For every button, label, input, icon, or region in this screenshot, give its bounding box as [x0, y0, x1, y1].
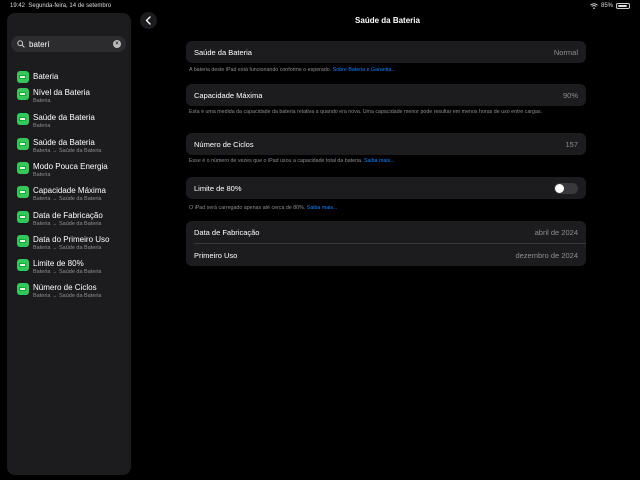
battery-setting-icon [17, 283, 29, 295]
cycles-learn-more-link[interactable]: Saiba mais... [364, 158, 395, 164]
battery-setting-icon [17, 71, 29, 83]
limit-note: O iPad será carregado apenas até cerca d… [189, 205, 579, 212]
battery-warranty-link[interactable]: Sobre Bateria e Garantia... [333, 67, 396, 73]
search-result-saude-2[interactable]: Saúde da Bateria Bateria → Saúde da Bate… [15, 138, 127, 160]
result-subtitle: Bateria → Saúde da Bateria [33, 245, 102, 251]
capacity-card: Capacidade Máxima 90% [186, 84, 586, 106]
result-subtitle: Bateria [33, 123, 51, 129]
dates-card: Data de Fabricação abril de 2024 Primeir… [186, 221, 586, 266]
search-input[interactable] [29, 37, 109, 51]
search-result-saude[interactable]: Saúde da Bateria Bateria [15, 113, 127, 135]
clear-search-icon[interactable]: × [113, 40, 121, 48]
row-label: Limite de 80% [194, 184, 242, 193]
limit-card: Limite de 80% [186, 177, 586, 199]
sidebar: × Bateria Nível da Bateria Bateria Saúde… [7, 13, 131, 475]
result-title: Modo Pouca Energia [33, 162, 108, 171]
battery-setting-icon [17, 259, 29, 271]
battery-setting-icon [17, 138, 29, 150]
search-result-modo-pouca-energia[interactable]: Modo Pouca Energia Bateria [15, 162, 127, 184]
page-title: Saúde da Bateria [355, 16, 420, 25]
search-result-limite[interactable]: Limite de 80% Bateria → Saúde da Bateria [15, 259, 127, 281]
toggle-knob [555, 184, 564, 193]
note-text: A bateria deste iPad está funcionando co… [189, 67, 332, 73]
row-value: 157 [565, 140, 578, 149]
result-title: Data de Fabricação [33, 211, 103, 220]
search-result-primeiro-uso[interactable]: Data do Primeiro Uso Bateria → Saúde da … [15, 235, 127, 257]
row-label: Capacidade Máxima [194, 91, 263, 100]
cycles-card: Número de Ciclos 157 [186, 133, 586, 155]
result-title: Data do Primeiro Uso [33, 235, 110, 244]
search-result-capacidade[interactable]: Capacidade Máxima Bateria → Saúde da Bat… [15, 186, 127, 208]
result-subtitle: Bateria → Saúde da Bateria [33, 196, 102, 202]
capacity-row: Capacidade Máxima 90% [186, 84, 586, 106]
manufacture-date-row: Data de Fabricação abril de 2024 [186, 221, 586, 243]
result-title: Limite de 80% [33, 259, 84, 268]
first-use-row: Primeiro Uso dezembro de 2024 [186, 244, 586, 266]
result-title: Nível da Bateria [33, 88, 90, 97]
result-subtitle: Bateria [33, 98, 51, 104]
battery-icon [616, 3, 630, 9]
status-time: 19:42 [10, 3, 26, 9]
status-right: 85% [590, 3, 630, 9]
result-title: Capacidade Máxima [33, 186, 106, 195]
limit-learn-more-link[interactable]: Saiba mais... [307, 205, 338, 211]
battery-setting-icon [17, 186, 29, 198]
capacity-note: Esta é uma medida da capacidade da bater… [189, 109, 579, 116]
battery-health-row[interactable]: Saúde da Bateria Normal [186, 41, 586, 63]
result-subtitle: Bateria → Saúde da Bateria [33, 293, 102, 299]
row-value: Normal [553, 48, 578, 57]
cycles-note: Esse é o número de vezes que o iPad usou… [189, 158, 579, 165]
search-icon [17, 40, 25, 48]
battery-percent: 85% [600, 3, 613, 9]
wifi-icon [590, 3, 598, 9]
status-bar: 19:42 Segunda-feira, 14 de setembro 85% [0, 0, 640, 14]
battery-setting-icon [17, 113, 29, 125]
limit-80-toggle[interactable] [554, 183, 578, 194]
row-value: dezembro de 2024 [515, 251, 578, 260]
search-result-bateria[interactable]: Bateria [15, 66, 127, 88]
row-value: abril de 2024 [534, 228, 578, 237]
cycles-row: Número de Ciclos 157 [186, 133, 586, 155]
note-text: Esta é uma medida da capacidade da bater… [189, 109, 543, 115]
result-subtitle: Bateria → Saúde da Bateria [33, 269, 102, 275]
battery-setting-icon [17, 235, 29, 247]
battery-health-note: A bateria deste iPad está funcionando co… [189, 67, 579, 74]
result-subtitle: Bateria → Saúde da Bateria [33, 148, 102, 154]
note-text: O iPad será carregado apenas até cerca d… [189, 205, 306, 211]
battery-health-card: Saúde da Bateria Normal [186, 41, 586, 63]
row-label: Número de Ciclos [194, 140, 254, 149]
search-field[interactable]: × [11, 36, 126, 52]
row-label: Primeiro Uso [194, 251, 238, 260]
row-label: Data de Fabricação [194, 228, 260, 237]
row-value: 90% [562, 91, 578, 100]
row-label: Saúde da Bateria [194, 48, 252, 57]
result-subtitle: Bateria [33, 172, 51, 178]
search-result-ciclos[interactable]: Número de Ciclos Bateria → Saúde da Bate… [15, 283, 127, 305]
battery-setting-icon [17, 88, 29, 100]
status-date: Segunda-feira, 14 de setembro [28, 3, 112, 9]
status-time-date: 19:42 Segunda-feira, 14 de setembro [10, 3, 111, 9]
note-text: Esse é o número de vezes que o iPad usou… [189, 158, 363, 164]
result-title: Bateria [33, 72, 59, 81]
result-title: Saúde da Bateria [33, 138, 95, 147]
battery-setting-icon [17, 211, 29, 223]
search-result-data-fabricacao[interactable]: Data de Fabricação Bateria → Saúde da Ba… [15, 211, 127, 233]
battery-setting-icon [17, 162, 29, 174]
result-title: Saúde da Bateria [33, 113, 95, 122]
result-title: Número de Ciclos [33, 283, 97, 292]
search-result-nivel[interactable]: Nível da Bateria Bateria [15, 88, 127, 110]
limit-row: Limite de 80% [186, 177, 586, 199]
result-subtitle: Bateria → Saúde da Bateria [33, 221, 102, 227]
